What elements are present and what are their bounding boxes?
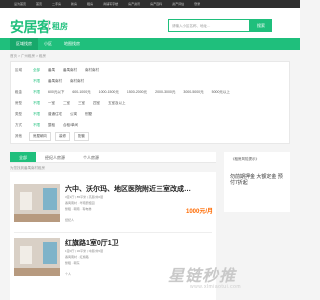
listing-tags: 整租 · 朝东 — [65, 261, 80, 265]
filter-row: 房型 不限 一室 二室 三室 四室 五室及以上 — [11, 98, 291, 108]
listing-title[interactable]: 六中、沃尔玛、地区医院附近三室改成… — [65, 184, 191, 194]
filter-option[interactable]: 整租 — [44, 123, 59, 128]
filter-label: 类型 — [15, 111, 22, 116]
listing-meta: 3室1厅 | 85平米 | 高层/共6层 — [65, 195, 104, 199]
topbar-link[interactable]: 房产资讯 — [128, 2, 140, 6]
risk-notice-body: 勿前期押金 大额定金 预付7折起 — [230, 174, 283, 186]
filter-option[interactable]: 600元以下 — [44, 90, 68, 95]
filter-option[interactable]: 南村南村 — [66, 79, 88, 84]
filter-label: 租金 — [15, 89, 22, 94]
listing-address: 番禺南村 · 红旗路 — [65, 255, 89, 259]
main-nav: 区域找房 小区 地图找房 — [0, 38, 300, 50]
filter-row: 不限 番禺南村 南村南村 — [11, 76, 291, 86]
filter-option[interactable]: 四室 — [89, 101, 104, 106]
listing-photo[interactable] — [14, 238, 60, 276]
filter-option[interactable]: 600-1000元 — [68, 90, 94, 95]
filter-row: 租金 不限 600元以下 600-1000元 1000-1500元 1500-2000元 2… — [11, 87, 291, 97]
filter-option[interactable]: 番禺 — [44, 68, 59, 73]
filter-option[interactable]: 别墅 — [81, 112, 96, 117]
tab-personal[interactable]: 个人房源 — [74, 152, 108, 162]
topbar-link[interactable]: 新房 — [71, 2, 77, 6]
topbar-link[interactable]: 二手房 — [52, 2, 61, 6]
topbar-link[interactable]: 资产评估 — [172, 2, 184, 6]
filter-option[interactable]: 不限 — [29, 101, 44, 106]
nav-item-area[interactable]: 区域找房 — [10, 38, 38, 50]
tab-agent[interactable]: 经纪人房源 — [36, 152, 74, 162]
watermark-text: 星链秒推 — [168, 268, 237, 285]
filter-option[interactable]: 番禺南村 — [59, 68, 81, 73]
filter-option[interactable]: 五室及以上 — [104, 101, 130, 106]
filter-option[interactable]: 番禺南村 — [44, 79, 66, 84]
filter-option[interactable]: 1500-2000元 — [123, 90, 151, 95]
tab-all[interactable]: 全部 — [10, 152, 36, 162]
filter-option[interactable]: 合租/单间 — [59, 123, 82, 128]
filter-option[interactable]: 5000元以上 — [208, 90, 234, 95]
filter-row: 区域 全部 番禺 番禺南村 南村南村 — [11, 65, 291, 75]
filter-select[interactable]: 房屋朝向 — [29, 131, 51, 141]
topbar-link[interactable]: 登录 — [194, 2, 200, 6]
filter-option[interactable]: 普通住宅 — [44, 112, 66, 117]
filter-option[interactable]: 不限 — [29, 123, 44, 128]
watermark-url: www.xlmiaotui.com — [190, 284, 242, 290]
filter-option[interactable]: 一室 — [44, 101, 59, 106]
nav-item-map[interactable]: 地图找房 — [58, 38, 86, 50]
listing-tabs: 全部 经纪人房源 个人房源 — [10, 152, 216, 163]
filter-option[interactable]: 全部 — [29, 68, 44, 73]
risk-notice-panel: 《租房风险提示》 勿前期押金 大额定金 预付7折起 — [224, 152, 290, 212]
header: 安居客 租房 请输入小区名称、地址… 搜索 — [0, 8, 300, 38]
listing-address: 番禺南村 · 华南碧桂园 — [65, 201, 95, 205]
filter-option[interactable]: 南村南村 — [81, 68, 103, 73]
listing-price: 1000元/月 — [186, 209, 214, 215]
breadcrumb: 首页 > 广州租房 > 租房 — [10, 54, 46, 58]
filter-option[interactable]: 1000-1500元 — [95, 90, 123, 95]
watermark: 星链秒推 www.xlmiaotui.com — [160, 258, 300, 300]
listing-photo[interactable] — [14, 184, 60, 222]
filter-label: 方式 — [15, 122, 22, 127]
filter-option[interactable]: 三室 — [74, 101, 89, 106]
filter-label: 房型 — [15, 100, 22, 105]
list-divider — [14, 232, 212, 233]
filter-label: 其他 — [15, 133, 22, 138]
filter-row: 其他 房屋朝向 装修 配套 — [11, 131, 291, 141]
listing-meta: 1室0厅 | 30平米 | 中层/共5层 — [65, 249, 104, 253]
filter-row: 类型 不限 普通住宅 公寓 别墅 — [11, 109, 291, 119]
listing-source: 个人 — [65, 272, 72, 276]
search-input[interactable]: 请输入小区名称、地址… — [168, 19, 250, 32]
section-title: 租房 — [52, 22, 68, 31]
top-utility-bar: 设为首页 首页 二手房 新房 租房 商铺写字楼 房产资讯 房产百科 资产评估 登录 — [0, 0, 300, 8]
filter-select[interactable]: 配套 — [74, 131, 89, 141]
topbar-link[interactable]: 首页 — [36, 2, 42, 6]
filter-select[interactable]: 装修 — [55, 131, 70, 141]
filter-option[interactable]: 不限 — [29, 90, 44, 95]
filter-option[interactable]: 不限 — [29, 112, 44, 117]
filter-panel: 区域 全部 番禺 番禺南村 南村南村 不限 番禺南村 南村南村 租金 不限 600元以下 600-10… — [10, 61, 290, 144]
risk-notice-title[interactable]: 《租房风险提示》 — [231, 157, 259, 162]
result-count: 为您找到番禺南村租房 — [10, 166, 45, 170]
listing-source: 经纪人 — [65, 218, 75, 222]
topbar-link[interactable]: 商铺写字楼 — [103, 2, 118, 6]
topbar-link[interactable]: 设为首页 — [14, 2, 26, 6]
listing-tags: 整租 · 朝南 · 有电梯 — [65, 207, 92, 211]
filter-option[interactable]: 公寓 — [66, 112, 81, 117]
filter-option[interactable]: 2000-3000元 — [151, 90, 179, 95]
filter-option[interactable]: 不限 — [29, 79, 44, 84]
topbar-link[interactable]: 租房 — [87, 2, 93, 6]
filter-option[interactable]: 3000-5000元 — [179, 90, 207, 95]
filter-option[interactable]: 二室 — [59, 101, 74, 106]
nav-item-community[interactable]: 小区 — [38, 38, 58, 50]
filter-row: 方式 不限 整租 合租/单间 — [11, 120, 291, 130]
listing-title[interactable]: 红旗路1室0厅1卫 — [65, 238, 119, 248]
site-logo[interactable]: 安居客 — [10, 17, 51, 37]
search-button[interactable]: 搜索 — [250, 19, 272, 32]
logo-divider — [48, 20, 49, 31]
topbar-link[interactable]: 房产百科 — [150, 2, 162, 6]
filter-label: 区域 — [15, 67, 22, 72]
